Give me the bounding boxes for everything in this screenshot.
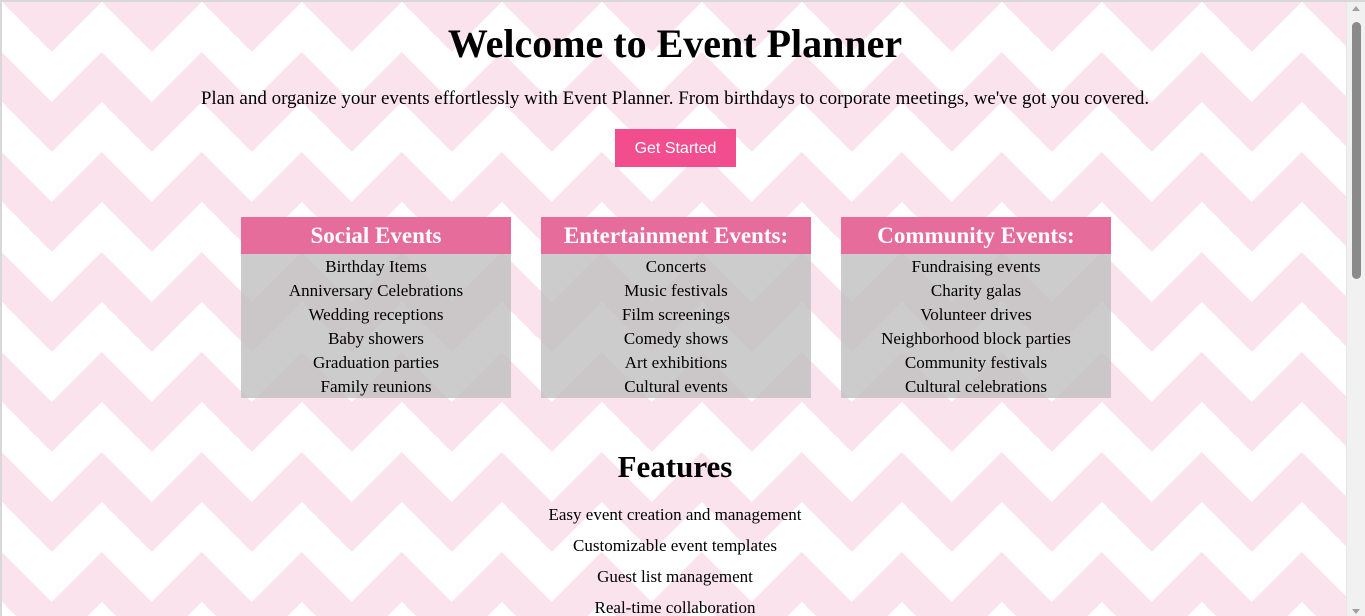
list-item: Community festivals <box>904 353 1048 372</box>
list-item: Graduation parties <box>312 353 440 372</box>
list-item: Fundraising events <box>911 257 1041 276</box>
page-title: Welcome to Event Planner <box>447 21 903 66</box>
list-item: Art exhibitions <box>624 353 728 372</box>
list-item: Comedy shows <box>623 329 729 348</box>
scroll-down-arrow-icon[interactable] <box>1352 609 1360 614</box>
list-item: Music festivals <box>624 281 728 300</box>
list-item: Baby showers <box>328 329 424 348</box>
intro-text: Plan and organize your events effortless… <box>200 88 1150 109</box>
feature-item: Easy event creation and management <box>548 505 802 524</box>
entertainment-events-card: Entertainment Events: Concerts Music fes… <box>541 217 811 398</box>
card-heading: Social Events <box>241 217 511 254</box>
list-item: Family reunions <box>320 377 432 396</box>
feature-item: Real-time collaboration <box>594 598 756 616</box>
get-started-button[interactable]: Get Started <box>615 129 736 167</box>
card-list: Concerts Music festivals Film screenings… <box>541 254 811 399</box>
card-heading: Community Events: <box>841 217 1111 254</box>
card-list: Fundraising events Charity galas Volunte… <box>841 254 1111 399</box>
list-item: Charity galas <box>930 281 1022 300</box>
list-item: Anniversary Celebrations <box>288 281 464 300</box>
scrollbar-thumb[interactable] <box>1352 22 1361 279</box>
social-events-card: Social Events Birthday Items Anniversary… <box>241 217 511 398</box>
scroll-up-arrow-icon[interactable] <box>1352 6 1360 11</box>
list-item: Neighborhood block parties <box>881 329 1071 348</box>
list-item: Film screenings <box>621 305 731 324</box>
list-item: Volunteer drives <box>920 305 1032 324</box>
list-item: Birthday Items <box>325 257 427 276</box>
list-item: Wedding receptions <box>308 305 444 324</box>
list-item: Cultural events <box>624 377 728 396</box>
card-heading: Entertainment Events: <box>541 217 811 254</box>
list-item: Cultural celebrations <box>904 377 1048 396</box>
list-item: Concerts <box>645 257 707 276</box>
features-list: Easy event creation and management Custo… <box>2 503 1348 616</box>
browser-viewport: Welcome to Event Planner Plan and organi… <box>0 0 1365 616</box>
community-events-card: Community Events: Fundraising events Cha… <box>841 217 1111 398</box>
vertical-scrollbar[interactable] <box>1346 2 1365 616</box>
feature-item: Guest list management <box>597 567 753 586</box>
card-list: Birthday Items Anniversary Celebrations … <box>241 254 511 399</box>
feature-item: Customizable event templates <box>573 536 777 555</box>
features-heading: Features <box>617 449 733 484</box>
